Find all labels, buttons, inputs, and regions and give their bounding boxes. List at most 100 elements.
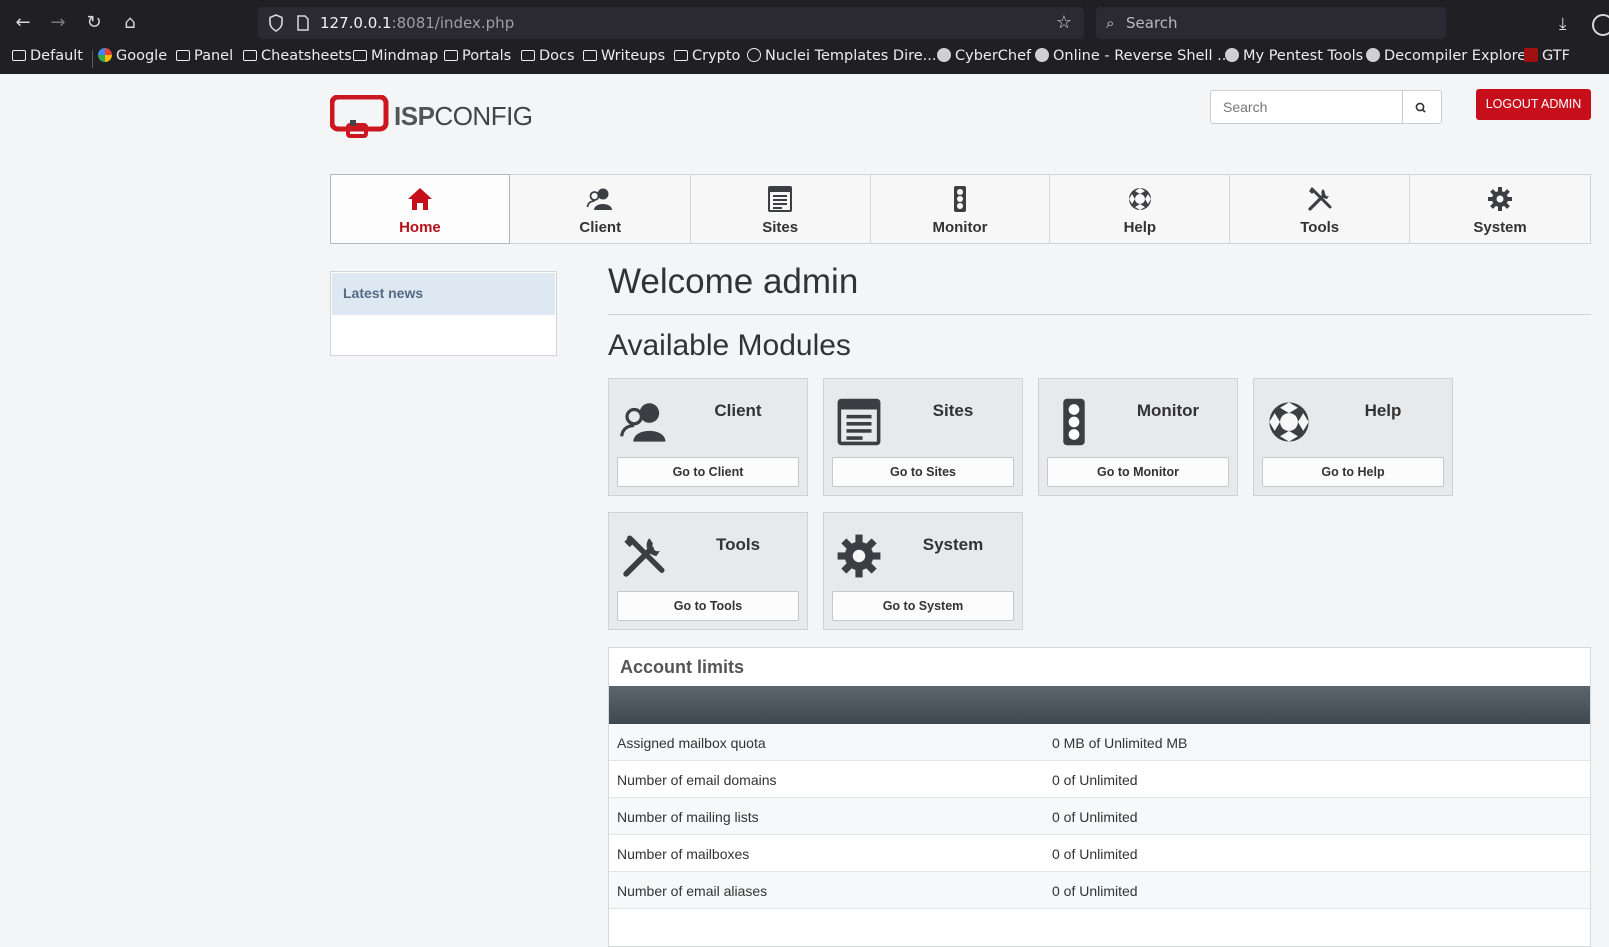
tab-label: Sites [762, 219, 799, 236]
monitor-icon [946, 185, 974, 213]
bookmark-label: CyberChef [955, 48, 1032, 64]
module-name: Sites [932, 401, 974, 420]
home-icon [406, 185, 434, 213]
bookmark-default[interactable]: Default [12, 48, 83, 64]
page-title: Welcome admin [608, 262, 859, 301]
client-icon [586, 185, 614, 213]
tab-help[interactable]: Help [1050, 175, 1231, 243]
module-name: Tools [715, 535, 761, 554]
url-bar[interactable]: 127.0.0.1:8081/index.php ☆ [258, 7, 1084, 39]
chef-icon [937, 48, 951, 62]
bookmark-label: Default [30, 48, 83, 64]
limit-value: 0 of Unlimited [1052, 809, 1138, 825]
bookmark-crypto[interactable]: Crypto [674, 48, 740, 64]
module-name: Monitor [1136, 401, 1200, 420]
tab-label: Tools [1300, 219, 1340, 236]
browser-search-bar[interactable]: ⌕ Search [1096, 7, 1446, 39]
bookmark-star-icon[interactable]: ☆ [1056, 12, 1072, 33]
module-name: Client [714, 401, 762, 420]
latest-news-panel: Latest news [330, 271, 557, 356]
bookmark-google[interactable]: Google [98, 48, 167, 64]
tab-tools[interactable]: Tools [1230, 175, 1411, 243]
search-button[interactable] [1401, 91, 1441, 123]
folder-icon [674, 50, 688, 61]
bookmark-label: My Pentest Tools [1243, 48, 1364, 64]
bookmark-label: Mindmap [371, 48, 439, 64]
page-icon [297, 15, 309, 31]
modules-heading: Available Modules [608, 329, 851, 362]
tab-sites[interactable]: Sites [691, 175, 871, 243]
bookmark-online-reverse-shell[interactable]: Online - Reverse Shell ... [1035, 48, 1231, 64]
download-icon[interactable]: ⤓ [1559, 14, 1567, 34]
table-row: Assigned mailbox quota 0 MB of Unlimited … [609, 724, 1590, 761]
bookmark-writeups[interactable]: Writeups [583, 48, 665, 64]
bookmark-label: Crypto [692, 48, 741, 64]
bookmark-panel[interactable]: Panel [176, 48, 233, 64]
shield-icon [269, 14, 283, 32]
ispconfig-logo[interactable]: ISPCONFIG [329, 94, 540, 139]
account-limits-panel: Account limits Assigned mailbox quota 0 M… [608, 647, 1591, 947]
forward-arrow-icon[interactable]: → [46, 11, 70, 35]
limit-name: Number of mailboxes [617, 846, 750, 862]
limit-name: Number of email aliases [617, 883, 768, 899]
folder-icon [583, 50, 597, 61]
tab-home[interactable]: Home [330, 174, 510, 244]
go-to-monitor-button[interactable]: Go to Monitor [1047, 457, 1229, 487]
go-to-system-button[interactable]: Go to System [832, 591, 1014, 621]
back-arrow-icon[interactable]: ← [11, 11, 35, 35]
reload-icon[interactable]: ↻ [82, 11, 106, 35]
folder-icon [243, 50, 257, 61]
skull-icon [1035, 48, 1049, 62]
limits-table-header [609, 686, 1590, 724]
module-name: System [922, 535, 984, 554]
tab-system[interactable]: System [1410, 175, 1590, 243]
bookmark-my-pentest-tools[interactable]: My Pentest Tools [1225, 48, 1363, 64]
bookmark-portals[interactable]: Portals [444, 48, 511, 64]
bookmark-cheatsheets[interactable]: Cheatsheets [243, 48, 352, 64]
limit-value: 0 MB of Unlimited MB [1052, 735, 1188, 751]
page-content: ISPCONFIG LOGOUT ADMIN Home Client Sites Mo… [0, 74, 1609, 947]
bookmark-docs[interactable]: Docs [521, 48, 575, 64]
bookmark-label: Cheatsheets [261, 48, 352, 64]
folder-icon [444, 50, 458, 61]
home-browser-icon[interactable]: ⌂ [118, 11, 142, 35]
limit-name: Number of mailing lists [617, 809, 759, 825]
tab-label: Monitor [932, 219, 988, 236]
bookmark-label: Panel [194, 48, 234, 64]
monitor-icon [1049, 397, 1099, 447]
module-card-sites: Sites Go to Sites [823, 378, 1023, 496]
help-icon [1126, 185, 1154, 213]
dogbolt-icon [1366, 48, 1380, 62]
shield-icon [1225, 48, 1239, 62]
logout-button[interactable]: LOGOUT ADMIN [1476, 89, 1591, 120]
search-input[interactable] [1211, 91, 1403, 123]
bookmark-gtf[interactable]: GTF [1524, 48, 1570, 64]
search-icon: ⌕ [1106, 14, 1115, 32]
account-icon[interactable] [1592, 14, 1609, 36]
go-to-client-button[interactable]: Go to Client [617, 457, 799, 487]
tab-client[interactable]: Client [511, 175, 691, 243]
go-to-help-button[interactable]: Go to Help [1262, 457, 1444, 487]
sites-icon [766, 185, 794, 213]
table-row: Number of email domains 0 of Unlimited [609, 761, 1590, 798]
browser-search-placeholder: Search [1126, 14, 1178, 32]
system-icon [834, 531, 884, 581]
tab-monitor[interactable]: Monitor [871, 175, 1051, 243]
tab-label: Help [1123, 219, 1157, 236]
module-card-client: Client Go to Client [608, 378, 808, 496]
gtfo-icon [1524, 48, 1538, 62]
bookmark-cyberchef[interactable]: CyberChef [937, 48, 1031, 64]
folder-icon [353, 50, 367, 61]
bookmark-nuclei-templates-dire[interactable]: Nuclei Templates Dire... [747, 48, 937, 64]
bookmark-decompiler-explorer[interactable]: Decompiler Explorer [1366, 48, 1532, 64]
folder-icon [521, 50, 535, 61]
go-to-sites-button[interactable]: Go to Sites [832, 457, 1014, 487]
module-name: Help [1364, 401, 1402, 420]
tools-icon [1306, 185, 1334, 213]
bookmark-mindmap[interactable]: Mindmap [353, 48, 438, 64]
limit-name: Assigned mailbox quota [617, 735, 766, 751]
site-search [1210, 90, 1442, 124]
latest-news-title: Latest news [332, 273, 555, 315]
bookmark-label: Google [116, 48, 168, 64]
go-to-tools-button[interactable]: Go to Tools [617, 591, 799, 621]
